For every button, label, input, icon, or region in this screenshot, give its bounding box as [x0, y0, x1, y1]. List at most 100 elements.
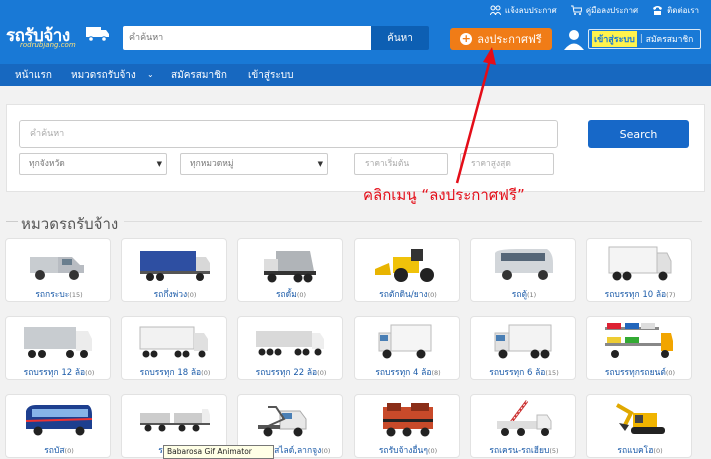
category-card[interactable]: รถกึ่งพ่วง(0) [121, 238, 227, 302]
category-name: รถบรรทุก 12 ล้อ [23, 368, 86, 378]
posting-guide-link[interactable]: คู่มือลงประกาศ [570, 3, 638, 17]
category-card[interactable]: รถบัส(0) [5, 394, 111, 458]
category-card[interactable]: รถบรรทุก 6 ล้อ(15) [470, 316, 576, 380]
category-count: (5) [549, 447, 559, 455]
category-card[interactable]: รถบรรทุก 12 ล้อ(0) [5, 316, 111, 380]
top-links: แจ้งลบประกาศ คู่มือลงประกาศ ติดต่อเรา [489, 3, 699, 17]
category-label: รถบรรทุก 12 ล้อ(0) [6, 365, 112, 379]
car-carrier-icon [605, 323, 673, 358]
category-label: รถบรรทุก 18 ล้อ(0) [122, 365, 228, 379]
header-search-button[interactable]: ค้นหา [371, 26, 429, 50]
site-logo[interactable]: รถรับจ้าง rodrubjang.com [6, 22, 112, 54]
contact-label: ติดต่อเรา [667, 5, 699, 15]
search-button[interactable]: Search [588, 120, 689, 148]
category-card[interactable]: รถตักดิน/ยาง(0) [354, 238, 460, 302]
category-count: (0) [427, 291, 437, 299]
category-card[interactable]: รถแบคโฮ(0) [586, 394, 692, 458]
category-count: (1) [527, 291, 537, 299]
main-nav: หน้าแรก หมวดรถรับจ้าง ⌄ สมัครสมาชิก เข้า… [0, 64, 711, 86]
site-header: รถรับจ้าง rodrubjang.com ค้นหา แจ้งลบประ… [0, 0, 711, 64]
dump-truck-icon [264, 251, 316, 283]
category-count: (0) [201, 369, 211, 377]
category-name: รถรับจ้างอื่นๆ [378, 446, 428, 456]
category-card[interactable]: รถบรรทุก 22 ล้อ(0) [237, 316, 343, 380]
category-count: (15) [69, 291, 83, 299]
category-label: รถบรรทุก 10 ล้อ(7) [587, 287, 693, 301]
category-card[interactable]: รถดั้ม(0) [237, 238, 343, 302]
category-name: รถตักดิน/ยาง [379, 290, 428, 300]
register-link[interactable]: สมัครสมาชิก [646, 32, 694, 46]
trailer-icon [140, 409, 210, 432]
header-search: ค้นหา [123, 26, 429, 50]
category-label: รถรับจ้างอื่นๆ(0) [355, 443, 461, 457]
twentytwo-wheel-truck-icon [256, 331, 324, 356]
category-count: (0) [321, 447, 331, 455]
category-card[interactable]: รถตู้(1) [470, 238, 576, 302]
eighteen-wheel-truck-icon [139, 326, 208, 358]
tow-truck-icon [258, 406, 307, 437]
chevron-down-icon[interactable]: ⌄ [147, 70, 154, 79]
category-label: รถบรรทุก 4 ล้อ(8) [355, 365, 461, 379]
category-name: รถบรรทุก 4 ล้อ [375, 368, 432, 378]
category-count: (0) [296, 291, 307, 299]
contact-link[interactable]: ติดต่อเรา [652, 3, 699, 17]
login-link[interactable]: เข้าสู่ระบบ [592, 31, 637, 47]
category-name: รถบรรทุก 22 ล้อ [255, 368, 318, 378]
category-label: รถดั้ม(0) [238, 287, 344, 301]
category-name: รถแบคโฮ [617, 446, 654, 456]
account-box: เข้าสู่ระบบ | สมัครสมาชิก [588, 29, 701, 49]
category-name: รถบรรทุก 18 ล้อ [139, 368, 202, 378]
nav-home[interactable]: หน้าแรก [15, 68, 52, 83]
post-free-button[interactable]: + ลงประกาศฟรี [450, 28, 552, 50]
four-wheel-truck-icon [378, 324, 432, 359]
report-delete-link[interactable]: แจ้งลบประกาศ [489, 3, 557, 17]
bus-icon [25, 405, 93, 436]
semi-trailer-icon [140, 251, 210, 281]
section-deco-line [6, 221, 18, 222]
category-select[interactable]: ทุกหมวดหมู่ ▼ [180, 153, 328, 175]
nav-login[interactable]: เข้าสู่ระบบ [248, 68, 293, 83]
category-name: รถบรรทุกรถยนต์ [604, 368, 666, 378]
dropdown-arrow-icon: ▼ [317, 160, 323, 168]
category-card[interactable]: รถบรรทุกรถยนต์(0) [586, 316, 692, 380]
pickup-truck-icon [30, 257, 84, 280]
nav-categories[interactable]: หมวดรถรับจ้าง [71, 68, 136, 83]
category-name: รถเครน-รถเฮียบ [489, 446, 550, 456]
category-label: รถตักดิน/ยาง(0) [355, 287, 461, 301]
cart-icon [570, 5, 582, 15]
category-count: (7) [666, 291, 676, 299]
other-vehicle-icon [383, 403, 433, 437]
category-count: (0) [317, 369, 327, 377]
category-count: (0) [187, 291, 197, 299]
category-card[interactable]: รถรับจ้างอื่นๆ(0) [354, 394, 460, 458]
six-wheel-truck-icon [494, 324, 552, 359]
category-label: รถแบคโฮ(0) [587, 443, 693, 457]
category-name: รถดั้ม [275, 290, 297, 300]
category-card[interactable]: รถบรรทุก 10 ล้อ(7) [586, 238, 692, 302]
category-label: รถบรรทุก 6 ล้อ(15) [471, 365, 577, 379]
price-max-input[interactable]: ราคาสูงสุด [460, 153, 554, 175]
category-name: รถบรรทุก 10 ล้อ [604, 290, 667, 300]
category-label: รถบัส(0) [6, 443, 112, 457]
price-min-input[interactable]: ราคาเริ่มต้น [354, 153, 448, 175]
province-select[interactable]: ทุกจังหวัด ▼ [19, 153, 167, 175]
plus-icon: + [460, 32, 473, 45]
category-count: (0) [665, 369, 676, 377]
category-count: (0) [64, 447, 74, 455]
category-label: รถบรรทุกรถยนต์(0) [587, 365, 693, 379]
report-delete-label: แจ้งลบประกาศ [504, 5, 557, 15]
keyword-input[interactable]: คำค้นหา [19, 120, 558, 148]
account-separator: | [639, 34, 643, 44]
category-card[interactable]: รถเครน-รถเฮียบ(5) [470, 394, 576, 458]
category-card[interactable]: รถบรรทุก 18 ล้อ(0) [121, 316, 227, 380]
category-value: ทุกหมวดหมู่ [190, 159, 234, 169]
header-search-input[interactable] [123, 26, 371, 50]
nav-register[interactable]: สมัครสมาชิก [171, 68, 227, 83]
category-name: รถบรรทุก 6 ล้อ [489, 368, 546, 378]
user-icon [564, 30, 584, 50]
province-value: ทุกจังหวัด [29, 159, 65, 169]
section-divider [124, 221, 702, 222]
category-card[interactable]: รถบรรทุก 4 ล้อ(8) [354, 316, 460, 380]
category-name: รถบัส [44, 446, 65, 456]
category-card[interactable]: รถกระบะ(15) [5, 238, 111, 302]
